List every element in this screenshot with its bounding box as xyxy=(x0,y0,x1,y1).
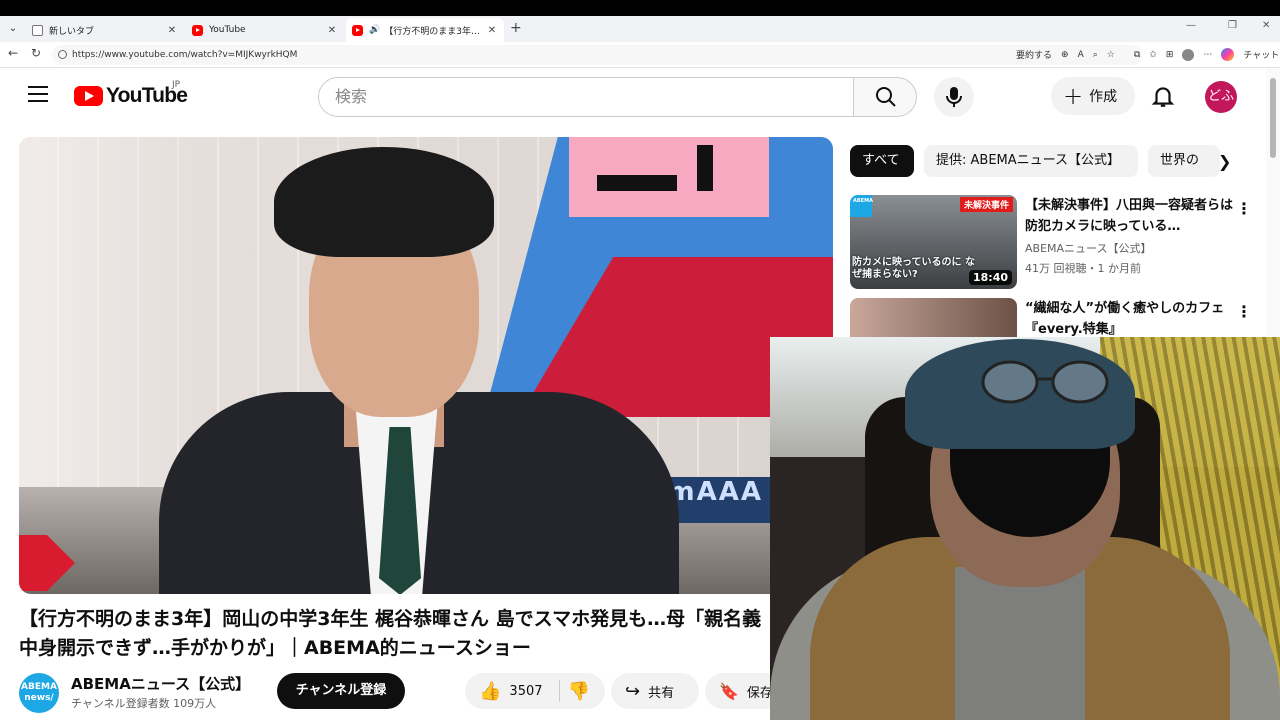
profile-avatar[interactable] xyxy=(1182,48,1195,61)
tab-close-icon[interactable]: ✕ xyxy=(166,25,178,36)
search-bar: 検索 xyxy=(318,77,918,117)
presenter-hair xyxy=(274,147,494,257)
youtube-favicon-icon xyxy=(192,24,203,36)
screen-top-border xyxy=(0,0,1280,16)
url-text: https://www.youtube.com/watch?v=MIJKwyrk… xyxy=(72,50,298,60)
more-actions-icon[interactable]: ⋮ xyxy=(1236,302,1252,322)
tab-label: 【行方不明のまま3年】岡山の中学 xyxy=(384,26,486,37)
share-arrow-icon: ↪ xyxy=(625,680,641,702)
chip-all[interactable]: すべて xyxy=(850,145,914,177)
like-count: 3507 xyxy=(509,683,543,699)
url-field[interactable]: https://www.youtube.com/watch?v=MIJKwyrk… xyxy=(52,45,1142,65)
zoom-icon[interactable]: ⌕ xyxy=(1093,50,1098,60)
youtube-play-icon xyxy=(74,86,103,106)
tab-list-chevron-icon[interactable]: ⌄ xyxy=(4,20,22,38)
summarize-button[interactable]: 要約する xyxy=(1016,48,1052,61)
tab-youtube[interactable]: YouTube ✕ xyxy=(186,18,344,42)
recommendation-meta: 41万 回視聴・1 か月前 xyxy=(1025,262,1141,275)
tab-label: YouTube xyxy=(209,25,246,35)
read-aloud-icon[interactable]: A xyxy=(1078,50,1084,60)
more-actions-icon[interactable]: ⋮ xyxy=(1236,199,1252,219)
create-label: 作成 xyxy=(1089,89,1118,105)
thumb-badge: 未解決事件 xyxy=(959,197,1013,212)
chat-label[interactable]: チャット xyxy=(1243,48,1279,61)
channel-row: ABEMA news/ ABEMAニュース【公式】 チャンネル登録者数 109万… xyxy=(19,673,795,713)
address-toolbar: 要約する ⊕ A ⌕ ☆ ⧉ ✩ ⊞ ⋯ チャット xyxy=(1016,48,1279,61)
filter-chips: すべて 提供: ABEMAニュース【公式】 世界の xyxy=(850,145,1240,177)
like-divider xyxy=(558,680,560,702)
search-input[interactable]: 検索 xyxy=(318,77,854,117)
youtube-favicon-icon xyxy=(352,24,363,36)
screen: ⌄ 新しいタブ ✕ YouTube ✕ 🔊 【行方不明のまま3年】岡山の中学 ✕… xyxy=(0,0,1280,720)
chip-world[interactable]: 世界の xyxy=(1148,145,1220,177)
bookmark-icon: 🔖 xyxy=(719,681,739,701)
recommendation-channel[interactable]: ABEMAニュース【公式】 xyxy=(1025,240,1152,256)
account-avatar[interactable]: どふ xyxy=(1205,81,1237,113)
translate-icon[interactable]: ⊕ xyxy=(1061,50,1069,60)
more-menu-icon[interactable]: ⋯ xyxy=(1203,50,1212,60)
browser-address-bar: ← ↻ https://www.youtube.com/watch?v=MIJK… xyxy=(0,42,1280,68)
thumbs-up-icon: 👍 xyxy=(479,680,502,702)
scrollbar-thumb[interactable] xyxy=(1270,78,1276,158)
webcam-person-shirt xyxy=(955,567,1085,720)
reload-icon[interactable]: ↻ xyxy=(31,46,41,60)
tab-video[interactable]: 🔊 【行方不明のまま3年】岡山の中学 ✕ xyxy=(346,18,504,42)
create-button[interactable]: + 作成 xyxy=(1051,77,1135,115)
new-tab-button[interactable]: + xyxy=(510,20,522,36)
extensions-icon[interactable]: ⧉ xyxy=(1134,50,1140,60)
tab-close-icon[interactable]: ✕ xyxy=(326,25,338,36)
restore-icon[interactable]: ❐ xyxy=(1228,20,1237,31)
subscriber-count: チャンネル登録者数 109万人 xyxy=(71,697,217,710)
chevron-right-icon[interactable]: ❯ xyxy=(1218,152,1231,171)
region-code: JP xyxy=(172,80,181,90)
thumbs-down-icon[interactable]: 👎 xyxy=(568,681,590,702)
tab-close-icon[interactable]: ✕ xyxy=(486,25,498,36)
like-button[interactable]: 👍 3507 👎 xyxy=(465,673,605,709)
video-title: 【行方不明のまま3年】岡山の中学3年生 梶谷恭暉さん 島でスマホ発見も…母「親名… xyxy=(19,608,762,659)
close-window-icon[interactable]: ✕ xyxy=(1262,20,1270,31)
recommendation-item[interactable]: ABEMA 未解決事件 防カメに映っているのに なぜ捕まらない? 18:40 【… xyxy=(850,195,1260,289)
video-player[interactable]: hmAAA xyxy=(19,137,833,594)
search-icon xyxy=(876,87,896,107)
favorite-star-icon[interactable]: ☆ xyxy=(1107,50,1115,60)
share-button[interactable]: ↪ 共有 xyxy=(611,673,699,709)
search-button[interactable] xyxy=(853,77,917,117)
studio-sign xyxy=(569,137,769,217)
recommendation-title: “繊細な人”が働く癒やしのカフェ『every.特集』 xyxy=(1025,301,1225,337)
subscribe-button[interactable]: チャンネル登録 xyxy=(277,673,405,709)
menu-hamburger-icon[interactable] xyxy=(28,86,48,102)
microphone-icon xyxy=(946,87,962,107)
page-icon xyxy=(32,24,43,36)
youtube-logo[interactable]: YouTube JP xyxy=(74,80,188,108)
video-thumbnail[interactable]: ABEMA 未解決事件 防カメに映っているのに なぜ捕まらない? 18:40 xyxy=(850,195,1017,289)
copilot-icon[interactable] xyxy=(1221,48,1235,61)
channel-name[interactable]: ABEMAニュース【公式】 xyxy=(71,673,250,694)
youtube-header: YouTube JP 検索 + 作成 どふ xyxy=(0,68,1266,126)
back-icon[interactable]: ← xyxy=(8,46,18,60)
browser-tab-bar: ⌄ 新しいタブ ✕ YouTube ✕ 🔊 【行方不明のまま3年】岡山の中学 ✕… xyxy=(0,16,1280,42)
minimize-icon[interactable]: — xyxy=(1186,20,1196,31)
collections-icon[interactable]: ⊞ xyxy=(1166,50,1174,60)
share-label: 共有 xyxy=(648,685,675,701)
recommendation-title: 【未解決事件】八田與一容疑者らは防犯カメラに映っている… xyxy=(1025,198,1234,234)
plus-icon: + xyxy=(1063,82,1084,110)
channel-avatar[interactable]: ABEMA news/ xyxy=(19,673,59,713)
voice-search-button[interactable] xyxy=(934,77,974,117)
webcam-overlay xyxy=(770,337,1280,720)
glasses-icon xyxy=(981,360,1109,404)
notifications-bell-icon[interactable] xyxy=(1150,83,1176,109)
tab-new[interactable]: 新しいタブ ✕ xyxy=(26,18,184,42)
site-info-icon[interactable] xyxy=(58,50,67,59)
abema-badge-icon: ABEMA xyxy=(850,195,873,217)
chip-from-channel[interactable]: 提供: ABEMAニュース【公式】 xyxy=(924,145,1138,177)
tab-label: 新しいタブ xyxy=(49,26,95,37)
video-duration: 18:40 xyxy=(968,270,1012,285)
thumb-caption: 防カメに映っているのに なぜ捕まらない? xyxy=(852,257,975,280)
speaker-icon[interactable]: 🔊 xyxy=(369,25,380,35)
favorites-icon[interactable]: ✩ xyxy=(1149,50,1157,60)
